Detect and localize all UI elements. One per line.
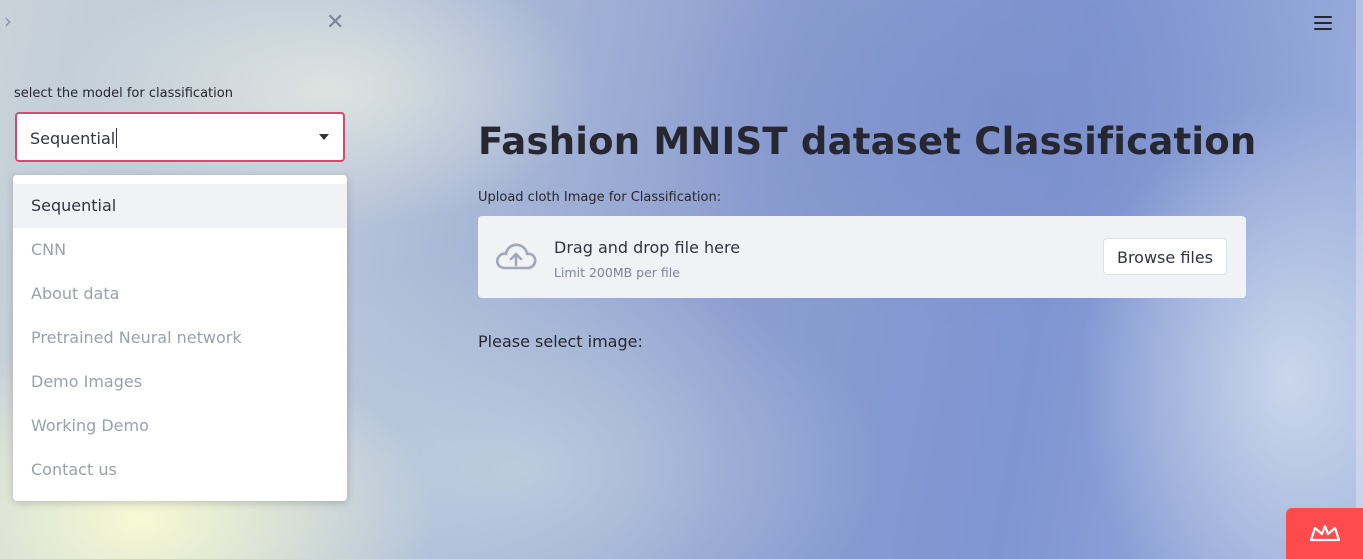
select-value: Sequential [30, 128, 118, 148]
dropdown-option-contact-us[interactable]: Contact us [13, 448, 347, 492]
status-text: Please select image: [478, 332, 643, 351]
text-cursor [116, 128, 118, 148]
close-icon[interactable]: ✕ [326, 12, 346, 34]
scrollbar[interactable] [1356, 0, 1363, 508]
dropdown-option-demo-images[interactable]: Demo Images [13, 360, 347, 404]
cloud-upload-icon [495, 243, 537, 270]
dropdown-option-cnn[interactable]: CNN [13, 228, 347, 272]
model-dropdown-list: Sequential CNN About data Pretrained Neu… [13, 175, 347, 501]
dropdown-option-about-data[interactable]: About data [13, 272, 347, 316]
caret-down-icon[interactable] [319, 134, 329, 140]
streamlit-badge[interactable] [1286, 508, 1363, 559]
hamburger-menu-icon[interactable] [1312, 12, 1334, 34]
chevron-right-icon[interactable]: › [4, 10, 18, 32]
dropdown-option-pretrained-neural-network[interactable]: Pretrained Neural network [13, 316, 347, 360]
page-title: Fashion MNIST dataset Classification [478, 120, 1257, 163]
uploader-label: Upload cloth Image for Classification: [478, 190, 722, 205]
dropdown-option-sequential[interactable]: Sequential [13, 184, 347, 228]
dropdown-option-working-demo[interactable]: Working Demo [13, 404, 347, 448]
file-dropzone[interactable]: Drag and drop file here Limit 200MB per … [478, 216, 1246, 298]
dropzone-instruction: Drag and drop file here [554, 238, 741, 257]
browse-files-button[interactable]: Browse files [1103, 238, 1227, 275]
model-select[interactable]: Sequential [15, 112, 345, 162]
select-label: select the model for classification [14, 86, 233, 101]
dropzone-limit: Limit 200MB per file [554, 265, 680, 280]
streamlit-crown-icon [1310, 524, 1340, 542]
